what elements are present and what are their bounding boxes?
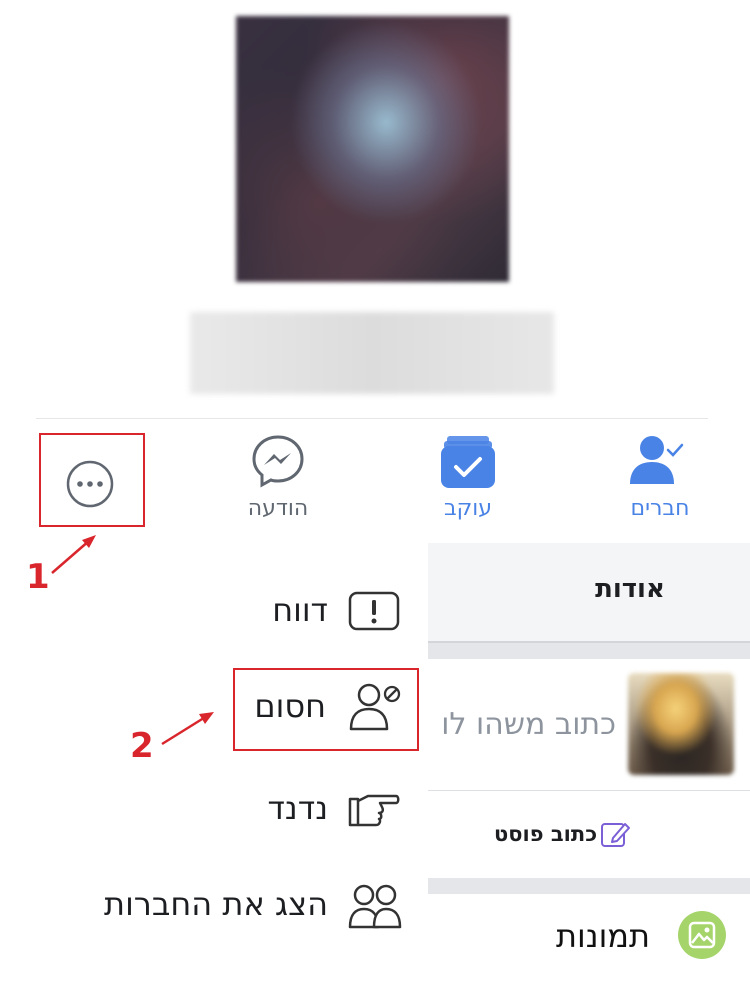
annotation-arrows — [51, 535, 214, 746]
annotation-step-2: 2 — [130, 726, 154, 766]
annotation-step-1: 1 — [26, 557, 50, 597]
